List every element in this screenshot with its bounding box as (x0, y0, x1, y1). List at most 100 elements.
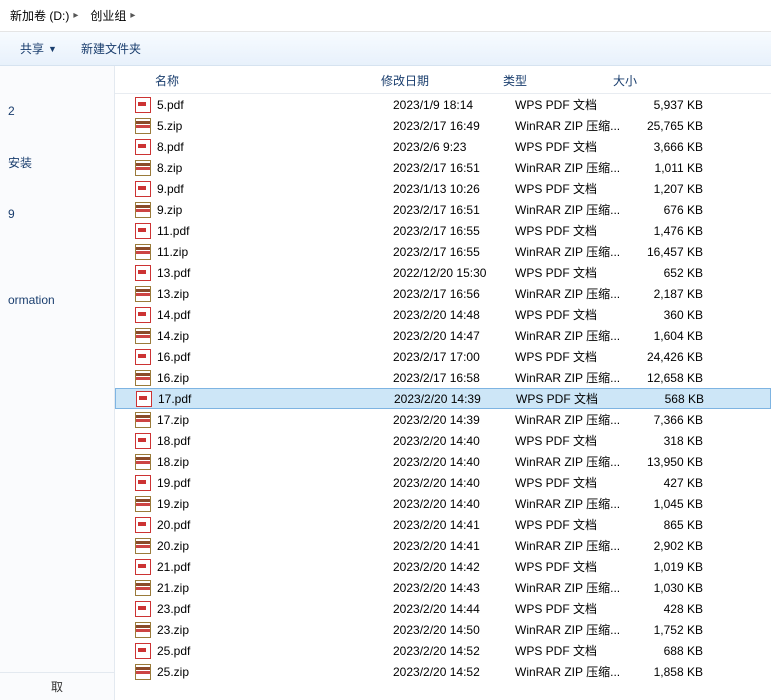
column-header-name[interactable]: 名称 (115, 66, 373, 93)
file-name-label: 9.pdf (157, 182, 184, 196)
file-name-cell[interactable]: 18.pdf (135, 433, 393, 449)
file-date-cell: 2023/2/20 14:41 (393, 539, 515, 553)
nav-item[interactable] (0, 189, 114, 201)
nav-item[interactable]: ormation (0, 287, 114, 313)
file-name-cell[interactable]: 20.zip (135, 538, 393, 554)
file-row[interactable]: 20.zip2023/2/20 14:41WinRAR ZIP 压缩...2,9… (115, 535, 771, 556)
file-name-cell[interactable]: 14.zip (135, 328, 393, 344)
nav-item[interactable] (0, 136, 114, 148)
file-name-cell[interactable]: 13.zip (135, 286, 393, 302)
nav-item[interactable] (0, 263, 114, 275)
file-name-cell[interactable]: 19.zip (135, 496, 393, 512)
nav-item[interactable] (0, 275, 114, 287)
file-name-cell[interactable]: 5.pdf (135, 97, 393, 113)
file-name-cell[interactable]: 19.pdf (135, 475, 393, 491)
nav-item[interactable] (0, 239, 114, 251)
file-row[interactable]: 19.pdf2023/2/20 14:40WPS PDF 文档427 KB (115, 472, 771, 493)
file-name-cell[interactable]: 17.pdf (136, 391, 394, 407)
file-row[interactable]: 16.pdf2023/2/17 17:00WPS PDF 文档24,426 KB (115, 346, 771, 367)
nav-item[interactable] (0, 337, 114, 349)
file-size-cell: 2,187 KB (625, 287, 715, 301)
nav-item[interactable] (0, 86, 114, 98)
file-row[interactable]: 18.zip2023/2/20 14:40WinRAR ZIP 压缩...13,… (115, 451, 771, 472)
file-name-cell[interactable]: 11.zip (135, 244, 393, 260)
file-row[interactable]: 16.zip2023/2/17 16:58WinRAR ZIP 压缩...12,… (115, 367, 771, 388)
navigation-pane[interactable]: 2 安装 9 ormation 取 (0, 66, 115, 700)
nav-item[interactable] (0, 251, 114, 263)
file-name-cell[interactable]: 21.pdf (135, 559, 393, 575)
file-size-cell: 1,476 KB (625, 224, 715, 238)
column-header-date[interactable]: 修改日期 (373, 66, 495, 93)
nav-item[interactable] (0, 74, 114, 86)
file-name-cell[interactable]: 17.zip (135, 412, 393, 428)
file-row[interactable]: 20.pdf2023/2/20 14:41WPS PDF 文档865 KB (115, 514, 771, 535)
nav-item[interactable] (0, 349, 114, 361)
file-name-cell[interactable]: 20.pdf (135, 517, 393, 533)
column-header-type[interactable]: 类型 (495, 66, 605, 93)
file-list-pane[interactable]: 名称 修改日期 类型 大小 5.pdf2023/1/9 18:14WPS PDF… (115, 66, 771, 700)
file-name-cell[interactable]: 9.pdf (135, 181, 393, 197)
file-row[interactable]: 25.pdf2023/2/20 14:52WPS PDF 文档688 KB (115, 640, 771, 661)
nav-item[interactable] (0, 124, 114, 136)
file-name-cell[interactable]: 25.zip (135, 664, 393, 680)
file-name-cell[interactable]: 18.zip (135, 454, 393, 470)
file-name-cell[interactable]: 23.zip (135, 622, 393, 638)
file-row[interactable]: 23.zip2023/2/20 14:50WinRAR ZIP 压缩...1,7… (115, 619, 771, 640)
breadcrumb-segment[interactable]: 创业组 ▸ (84, 3, 141, 28)
file-name-cell[interactable]: 5.zip (135, 118, 393, 134)
file-name-cell[interactable]: 13.pdf (135, 265, 393, 281)
file-name-cell[interactable]: 8.zip (135, 160, 393, 176)
file-row[interactable]: 5.zip2023/2/17 16:49WinRAR ZIP 压缩...25,7… (115, 115, 771, 136)
file-name-cell[interactable]: 23.pdf (135, 601, 393, 617)
file-row[interactable]: 11.zip2023/2/17 16:55WinRAR ZIP 压缩...16,… (115, 241, 771, 262)
file-name-cell[interactable]: 9.zip (135, 202, 393, 218)
file-type-cell: WinRAR ZIP 压缩... (515, 537, 625, 554)
file-row[interactable]: 21.zip2023/2/20 14:43WinRAR ZIP 压缩...1,0… (115, 577, 771, 598)
file-name-cell[interactable]: 16.zip (135, 370, 393, 386)
column-header-size[interactable]: 大小 (605, 66, 695, 93)
file-row[interactable]: 17.zip2023/2/20 14:39WinRAR ZIP 压缩...7,3… (115, 409, 771, 430)
file-name-label: 17.pdf (158, 392, 191, 406)
nav-item[interactable] (0, 313, 114, 325)
file-row[interactable]: 14.pdf2023/2/20 14:48WPS PDF 文档360 KB (115, 304, 771, 325)
new-folder-button[interactable]: 新建文件夹 (73, 36, 149, 61)
file-name-cell[interactable]: 16.pdf (135, 349, 393, 365)
file-row[interactable]: 11.pdf2023/2/17 16:55WPS PDF 文档1,476 KB (115, 220, 771, 241)
file-row[interactable]: 13.zip2023/2/17 16:56WinRAR ZIP 压缩...2,1… (115, 283, 771, 304)
file-name-cell[interactable]: 21.zip (135, 580, 393, 596)
file-row[interactable]: 18.pdf2023/2/20 14:40WPS PDF 文档318 KB (115, 430, 771, 451)
nav-item[interactable]: 9 (0, 201, 114, 227)
file-row[interactable]: 23.pdf2023/2/20 14:44WPS PDF 文档428 KB (115, 598, 771, 619)
file-name-label: 5.zip (157, 119, 182, 133)
file-row[interactable]: 19.zip2023/2/20 14:40WinRAR ZIP 压缩...1,0… (115, 493, 771, 514)
file-row[interactable]: 13.pdf2022/12/20 15:30WPS PDF 文档652 KB (115, 262, 771, 283)
address-bar[interactable]: 新加卷 (D:) ▸ 创业组 ▸ (0, 0, 771, 32)
file-row[interactable]: 25.zip2023/2/20 14:52WinRAR ZIP 压缩...1,8… (115, 661, 771, 682)
file-name-cell[interactable]: 11.pdf (135, 223, 393, 239)
file-row[interactable]: 21.pdf2023/2/20 14:42WPS PDF 文档1,019 KB (115, 556, 771, 577)
nav-item[interactable]: 2 (0, 98, 114, 124)
nav-item[interactable]: 安装 (0, 148, 114, 177)
file-row[interactable]: 9.zip2023/2/17 16:51WinRAR ZIP 压缩...676 … (115, 199, 771, 220)
nav-item[interactable] (0, 177, 114, 189)
file-row[interactable]: 9.pdf2023/1/13 10:26WPS PDF 文档1,207 KB (115, 178, 771, 199)
file-row[interactable]: 14.zip2023/2/20 14:47WinRAR ZIP 压缩...1,6… (115, 325, 771, 346)
nav-bottom-button[interactable]: 取 (0, 672, 114, 700)
chevron-right-icon[interactable]: ▸ (73, 10, 78, 21)
zip-file-icon (135, 286, 151, 302)
file-row[interactable]: 5.pdf2023/1/9 18:14WPS PDF 文档5,937 KB (115, 94, 771, 115)
nav-item[interactable] (0, 325, 114, 337)
nav-item[interactable] (0, 227, 114, 239)
file-row[interactable]: 8.zip2023/2/17 16:51WinRAR ZIP 压缩...1,01… (115, 157, 771, 178)
file-type-cell: WPS PDF 文档 (515, 264, 625, 281)
file-row[interactable]: 17.pdf2023/2/20 14:39WPS PDF 文档568 KB (115, 388, 771, 409)
share-button[interactable]: 共享 ▼ (12, 36, 65, 61)
file-name-cell[interactable]: 14.pdf (135, 307, 393, 323)
breadcrumb-segment[interactable]: 新加卷 (D:) ▸ (4, 3, 84, 28)
chevron-right-icon[interactable]: ▸ (130, 10, 135, 21)
file-name-cell[interactable]: 8.pdf (135, 139, 393, 155)
file-type-cell: WPS PDF 文档 (515, 600, 625, 617)
file-type-cell: WinRAR ZIP 压缩... (515, 579, 625, 596)
file-name-cell[interactable]: 25.pdf (135, 643, 393, 659)
file-row[interactable]: 8.pdf2023/2/6 9:23WPS PDF 文档3,666 KB (115, 136, 771, 157)
